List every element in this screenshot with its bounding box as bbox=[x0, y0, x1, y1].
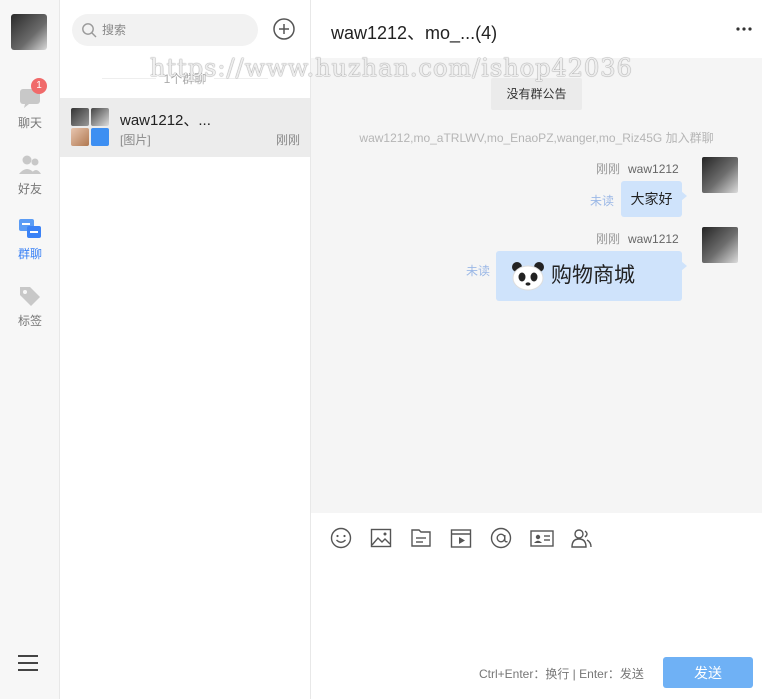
nav-group-chat-label: 群聊 bbox=[17, 247, 42, 261]
add-circle-icon[interactable] bbox=[272, 17, 296, 41]
at-mention-icon[interactable] bbox=[490, 527, 512, 549]
unread-status: 未读 bbox=[466, 264, 491, 278]
message-text: 大家好 bbox=[630, 191, 673, 207]
group-avatar bbox=[71, 108, 109, 146]
emoji-icon[interactable] bbox=[330, 527, 352, 549]
nav-rail: 1 聊天 好友 群聊 标签 bbox=[0, 0, 60, 699]
keyboard-hint: Ctrl+Enter：换行 | Enter：发送 bbox=[479, 667, 644, 681]
message-time: 刚刚 bbox=[596, 232, 621, 246]
friends-icon bbox=[19, 155, 41, 174]
image-icon[interactable] bbox=[370, 527, 392, 549]
conversation-time: 刚刚 bbox=[275, 133, 300, 147]
tag-icon bbox=[20, 287, 40, 306]
search-box[interactable] bbox=[72, 14, 258, 46]
nav-friends[interactable]: 好友 bbox=[0, 152, 60, 197]
message-text: 购物商城 bbox=[551, 264, 635, 287]
search-input[interactable] bbox=[102, 14, 252, 46]
message-bubble[interactable]: 购物商城 bbox=[496, 251, 687, 301]
business-card-icon[interactable] bbox=[530, 527, 554, 549]
message-sender: waw1212 bbox=[628, 232, 679, 246]
nav-group-chat[interactable]: 群聊 bbox=[0, 217, 60, 262]
nav-tags[interactable]: 标签 bbox=[0, 284, 60, 329]
nav-tags-label: 标签 bbox=[17, 314, 42, 328]
group-notice[interactable]: 没有群公告 bbox=[491, 78, 582, 110]
video-icon[interactable] bbox=[450, 527, 472, 549]
nav-chat[interactable]: 1 聊天 bbox=[0, 78, 60, 131]
nav-chat-label: 聊天 bbox=[17, 116, 42, 130]
message-bubble[interactable]: 大家好 bbox=[621, 181, 687, 217]
group-count-divider: 1个群聊 bbox=[102, 70, 268, 87]
hamburger-menu-icon[interactable] bbox=[18, 654, 40, 672]
conversation-name: waw1212、... bbox=[120, 112, 211, 129]
nav-friends-label: 好友 bbox=[17, 182, 42, 196]
message-sender: waw1212 bbox=[628, 162, 679, 176]
message-meta: 刚刚 waw1212 bbox=[596, 160, 679, 177]
chat-title: waw1212、mo_...(4) bbox=[331, 23, 498, 43]
system-message: waw1212,mo_aTRLWV,mo_EnaoPZ,wanger,mo_Ri… bbox=[359, 131, 714, 145]
unread-badge: 1 bbox=[31, 78, 47, 94]
sender-avatar[interactable] bbox=[702, 227, 738, 263]
conversation-item[interactable]: waw1212、... [图片] 刚刚 bbox=[60, 98, 310, 157]
message-input[interactable] bbox=[325, 559, 749, 653]
chat-app: 1 聊天 好友 群聊 标签 搜索 1个群聊 waw1212、... [图片] 刚… bbox=[0, 0, 762, 699]
file-icon[interactable] bbox=[410, 527, 432, 549]
conversation-preview: [图片] bbox=[120, 133, 151, 147]
search-icon bbox=[82, 23, 97, 38]
message-time: 刚刚 bbox=[596, 162, 621, 176]
my-avatar[interactable] bbox=[11, 14, 47, 50]
compose-area: Ctrl+Enter：换行 | Enter：发送 发送 bbox=[311, 513, 762, 699]
message-meta: 刚刚 waw1212 bbox=[596, 230, 679, 247]
chat-pane: waw1212、mo_...(4) 没有群公告 waw1212,mo_aTRLW… bbox=[311, 0, 762, 699]
unread-status: 未读 bbox=[590, 194, 615, 208]
send-button[interactable]: 发送 bbox=[663, 657, 753, 688]
contacts-icon[interactable] bbox=[570, 527, 592, 549]
conversation-list-panel: 1个群聊 waw1212、... [图片] 刚刚 bbox=[60, 0, 311, 699]
group-chat-icon bbox=[19, 219, 41, 238]
sender-avatar[interactable] bbox=[702, 157, 738, 193]
more-options-icon[interactable] bbox=[736, 22, 752, 36]
group-count-label: 1个群聊 bbox=[155, 72, 215, 86]
chat-header: waw1212、mo_...(4) bbox=[311, 0, 762, 58]
panda-emoji-icon bbox=[512, 262, 544, 291]
